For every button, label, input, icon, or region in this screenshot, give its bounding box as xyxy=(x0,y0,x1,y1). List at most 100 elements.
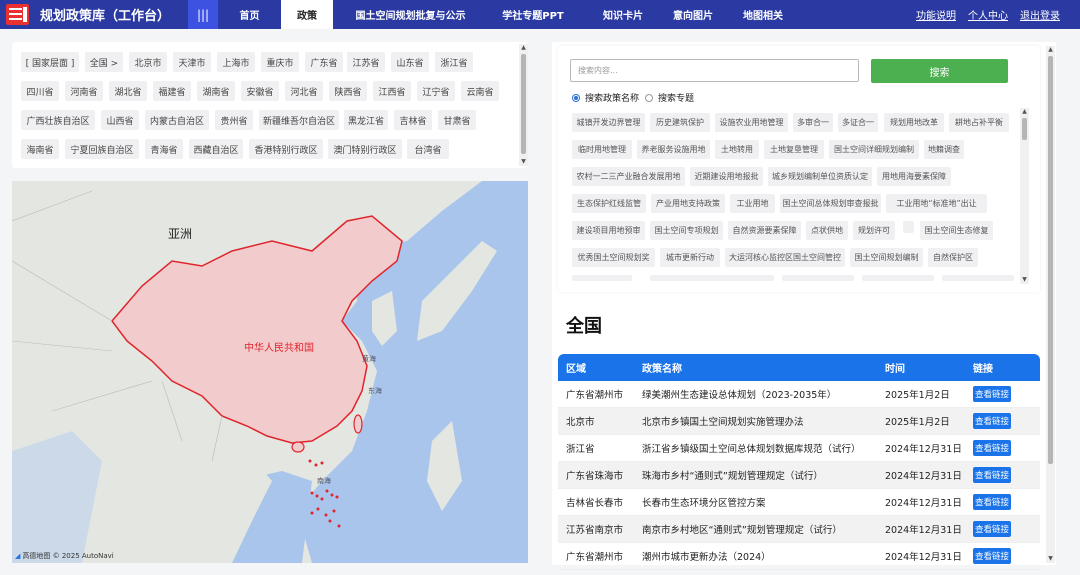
nav-home[interactable]: 首页 xyxy=(218,0,281,29)
topic-tag[interactable]: 国土空间规划编制 xyxy=(850,248,923,267)
topic-tag[interactable]: 国土空间生态修复 xyxy=(920,221,993,240)
region-chip[interactable]: 青海省 xyxy=(145,139,183,159)
topic-tag[interactable]: 地籍调查 xyxy=(924,140,964,159)
topic-tag[interactable]: 设施农业用地管理 xyxy=(715,113,788,132)
region-chip[interactable]: 重庆市 xyxy=(261,52,299,72)
region-chip[interactable]: 河北省 xyxy=(285,81,323,101)
topic-tag[interactable]: 优秀国土空间规划奖 xyxy=(572,248,655,267)
topic-tag[interactable]: 建设项目用地预审 xyxy=(572,221,645,240)
nav-images[interactable]: 意向图片 xyxy=(668,0,718,29)
radio-search-policy-name[interactable]: 搜索政策名称 xyxy=(572,91,639,104)
view-link-button[interactable]: 查看链接 xyxy=(973,440,1012,456)
view-link-button[interactable]: 查看链接 xyxy=(973,521,1012,537)
scroll-down-arrow-icon[interactable]: ▼ xyxy=(1020,276,1029,284)
region-chip[interactable]: 香港特别行政区 xyxy=(249,139,323,159)
topic-tag[interactable]: 临时用地管理 xyxy=(572,140,632,159)
view-link-button[interactable]: 查看链接 xyxy=(973,467,1012,483)
view-link-button[interactable]: 查看链接 xyxy=(973,494,1012,510)
topic-tag[interactable]: 历史建筑保护 xyxy=(650,113,710,132)
scroll-up-arrow-icon[interactable]: ▲ xyxy=(1046,46,1055,54)
region-chip[interactable]: 吉林省 xyxy=(394,110,432,130)
radio-search-topic[interactable]: 搜索专题 xyxy=(645,91,694,104)
scroll-down-arrow-icon[interactable]: ▼ xyxy=(1046,555,1055,563)
nav-ppt[interactable]: 学社专题PPT xyxy=(488,0,578,29)
region-chip[interactable]: 河南省 xyxy=(65,81,103,101)
region-chip[interactable]: 山东省 xyxy=(391,52,429,72)
region-chip[interactable]: 湖南省 xyxy=(197,81,235,101)
topic-tag[interactable]: 规划用地改革 xyxy=(884,113,944,132)
view-link-button[interactable]: 查看链接 xyxy=(973,386,1012,402)
grid-menu-icon[interactable]: ||| xyxy=(188,0,219,29)
region-chip[interactable]: 西藏自治区 xyxy=(189,139,243,159)
topic-tag[interactable]: 土地转用 xyxy=(715,140,759,159)
profile-link[interactable]: 个人中心 xyxy=(968,7,1008,22)
region-chip[interactable]: 甘肃省 xyxy=(438,110,476,130)
topic-tag[interactable]: 点状供地 xyxy=(806,221,848,240)
topic-tag[interactable]: 产业用地支持政策 xyxy=(651,194,725,213)
topic-tag[interactable] xyxy=(903,221,914,233)
region-chip[interactable]: 海南省 xyxy=(21,139,59,159)
topic-tag[interactable]: 规划许可 xyxy=(853,221,895,240)
region-chip[interactable]: 湖北省 xyxy=(109,81,147,101)
region-chip[interactable]: 四川省 xyxy=(21,81,59,101)
topic-tag[interactable]: 城乡规划编制单位资质认定 xyxy=(768,167,872,186)
logout-link[interactable]: 退出登录 xyxy=(1020,7,1060,22)
nav-policy[interactable]: 政策 xyxy=(281,0,334,29)
region-chip[interactable]: 辽宁省 xyxy=(417,81,455,101)
region-chip[interactable]: 江苏省 xyxy=(347,52,385,72)
topic-tag[interactable]: 农村一二三产业融合发展用地 xyxy=(572,167,685,186)
region-chip[interactable]: 福建省 xyxy=(153,81,191,101)
nav-planning-approval[interactable]: 国土空间规划批复与公示 xyxy=(333,0,488,29)
topic-tag[interactable]: 生态保护红线监管 xyxy=(572,194,646,213)
region-chip[interactable]: 天津市 xyxy=(173,52,211,72)
topic-tag[interactable]: 国土空间总体规划审查报批 xyxy=(780,194,881,213)
map-canvas[interactable] xyxy=(12,181,528,563)
region-chip[interactable]: 广西壮族自治区 xyxy=(21,110,95,130)
region-chip[interactable]: 上海市 xyxy=(217,52,255,72)
scroll-thumb[interactable] xyxy=(1022,118,1027,140)
nav-map[interactable]: 地图相关 xyxy=(718,0,808,29)
topic-tag[interactable]: 土地复垦管理 xyxy=(764,140,824,159)
topic-tag[interactable]: 近期建设用地报批 xyxy=(690,167,763,186)
topic-tag[interactable]: 耕地占补平衡 xyxy=(949,113,1009,132)
china-map[interactable]: 亚洲 中华人民共和国 黄海 东海 南海 ◢ 高德地图 © 2025 AutoNa… xyxy=(12,181,528,563)
view-link-button[interactable]: 查看链接 xyxy=(973,413,1012,429)
topic-tag[interactable]: 工业用地“标准地”出让 xyxy=(886,194,987,213)
topic-tag[interactable]: 多审合一 xyxy=(793,113,833,132)
topic-tag[interactable]: 用地用海要素保障 xyxy=(877,167,951,186)
region-panel-scrollbar[interactable]: ▲ ▼ xyxy=(519,44,528,166)
region-chip[interactable]: 云南省 xyxy=(461,81,499,101)
region-chip[interactable]: 台湾省 xyxy=(407,139,449,159)
search-input[interactable]: 搜索内容... xyxy=(570,59,859,82)
topic-tag[interactable]: 工业用地 xyxy=(730,194,775,213)
region-chip[interactable]: 浙江省 xyxy=(435,52,473,72)
region-chip[interactable]: 新疆维吾尔自治区 xyxy=(259,110,339,130)
help-link[interactable]: 功能说明 xyxy=(916,7,956,22)
topic-tag[interactable]: 国土空间专项规划 xyxy=(650,221,723,240)
scroll-down-arrow-icon[interactable]: ▼ xyxy=(519,158,528,166)
region-chip[interactable]: 黑龙江省 xyxy=(344,110,388,130)
scroll-up-arrow-icon[interactable]: ▲ xyxy=(519,44,528,52)
region-chip[interactable]: [ 国家层面 ] xyxy=(21,52,79,72)
region-chip[interactable]: 山西省 xyxy=(101,110,139,130)
nav-knowledge-cards[interactable]: 知识卡片 xyxy=(578,0,668,29)
topic-tag[interactable]: 国土空间详细规划编制 xyxy=(829,140,919,159)
topic-tag[interactable]: 自然保护区 xyxy=(928,248,978,267)
topic-tag[interactable]: 城镇开发边界管理 xyxy=(572,113,645,132)
scroll-thumb[interactable] xyxy=(1048,56,1053,464)
region-chip[interactable]: 广东省 xyxy=(305,52,343,72)
region-chip[interactable]: 陕西省 xyxy=(329,81,367,101)
region-chip[interactable]: 安徽省 xyxy=(241,81,279,101)
region-chip[interactable]: 江西省 xyxy=(373,81,411,101)
region-chip[interactable]: 贵州省 xyxy=(215,110,253,130)
scroll-thumb[interactable] xyxy=(521,54,526,154)
topic-tag[interactable]: 养老服务设施用地 xyxy=(637,140,710,159)
view-link-button[interactable]: 查看链接 xyxy=(973,548,1012,564)
topic-tag[interactable]: 自然资源要素保障 xyxy=(728,221,801,240)
topic-tag[interactable]: 多证合一 xyxy=(838,113,878,132)
region-chip[interactable]: 澳门特别行政区 xyxy=(328,139,402,159)
scroll-up-arrow-icon[interactable]: ▲ xyxy=(1020,108,1029,116)
region-chip[interactable]: 全国 > xyxy=(85,52,123,72)
region-chip[interactable]: 北京市 xyxy=(129,52,167,72)
region-chip[interactable]: 内蒙古自治区 xyxy=(145,110,209,130)
